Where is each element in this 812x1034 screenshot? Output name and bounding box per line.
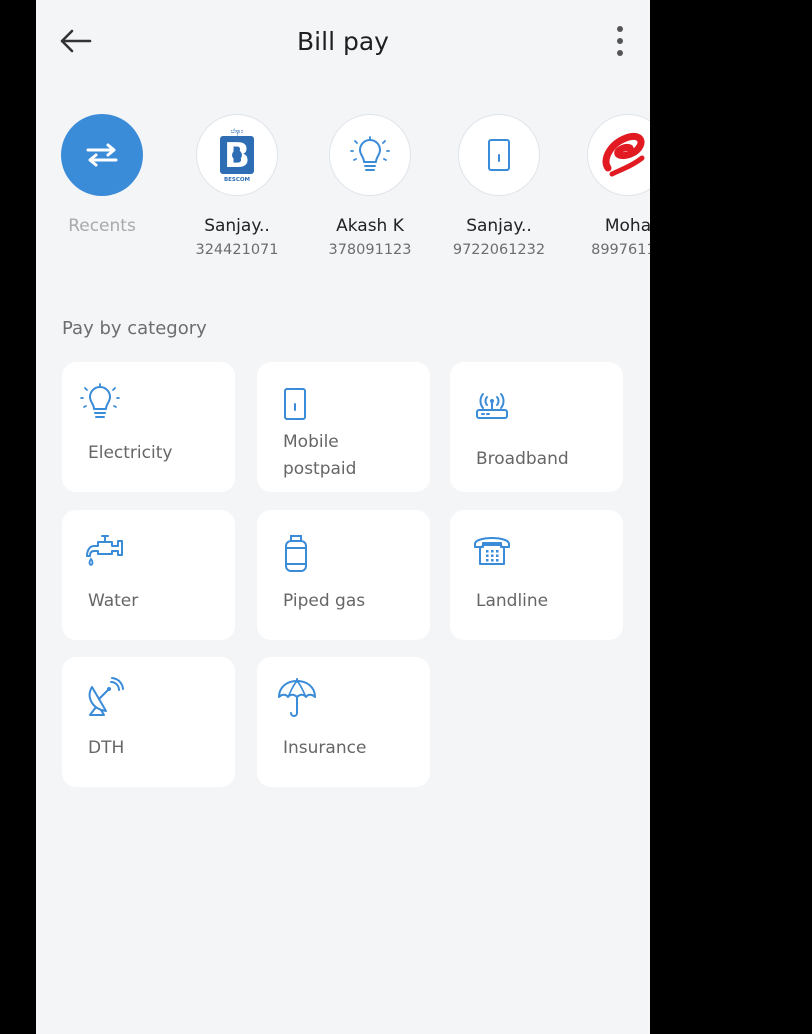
- category-piped-gas[interactable]: Piped gas: [257, 510, 430, 640]
- category-label: Insurance: [283, 738, 367, 758]
- category-mobile-postpaid[interactable]: Mobile postpaid: [257, 362, 430, 492]
- more-options-button[interactable]: [610, 22, 630, 60]
- umbrella-icon: [278, 678, 316, 717]
- bescom-kannada-text: ಬೆಸ್ಕಾಂ: [231, 128, 244, 135]
- category-label: Broadband: [476, 449, 569, 469]
- mobile-icon: [284, 388, 306, 420]
- category-electricity[interactable]: Electricity: [62, 362, 235, 492]
- category-label: Water: [88, 591, 139, 611]
- biller-avatar: ಬೆಸ್ಕಾಂ B BESCOM: [196, 114, 278, 196]
- recent-biller-number: 378091123: [328, 242, 412, 258]
- bescom-label-text: BESCOM: [224, 177, 250, 183]
- category-broadband[interactable]: Broadband: [450, 362, 623, 492]
- router-icon: [476, 393, 508, 419]
- recents-label: Recents: [68, 216, 136, 236]
- section-title: Pay by category: [62, 318, 207, 339]
- bescom-logo-icon: ಬೆಸ್ಕಾಂ B BESCOM: [220, 128, 254, 183]
- recent-biller-name: Moha: [604, 216, 650, 236]
- bulb-icon: [350, 136, 390, 171]
- swap-arrows-icon: [86, 143, 118, 167]
- category-landline[interactable]: Landline: [450, 510, 623, 640]
- recents-avatar: [61, 114, 143, 196]
- recent-biller-akash[interactable]: Akash K 378091123: [300, 114, 440, 258]
- recent-biller-number: 89976112: [591, 242, 650, 258]
- category-insurance[interactable]: Insurance: [257, 657, 430, 787]
- recent-biller-name: Sanjay..: [466, 216, 532, 236]
- gas-cylinder-icon: [285, 535, 307, 572]
- recent-biller-name: Akash K: [336, 216, 404, 236]
- recent-biller-sanjay-mobile[interactable]: Sanjay.. 9722061232: [429, 114, 569, 258]
- biller-avatar: [587, 114, 650, 196]
- bill-pay-screen: Bill pay Recents ಬೆಸ್ಕಾಂ B BESCOM: [36, 0, 650, 1034]
- category-label: Mobile postpaid: [283, 432, 357, 479]
- satellite-dish-icon: [88, 677, 124, 716]
- recents-button[interactable]: Recents: [36, 114, 172, 236]
- recent-biller-number: 324421071: [195, 242, 279, 258]
- telephone-icon: [474, 537, 510, 565]
- recent-biller-number: 9722061232: [452, 242, 546, 258]
- category-label: Landline: [476, 591, 549, 611]
- recent-biller-name: Sanjay..: [204, 216, 270, 236]
- bulb-icon: [80, 383, 120, 418]
- tap-icon: [86, 535, 123, 567]
- category-label: Electricity: [88, 443, 173, 463]
- category-label: Piped gas: [283, 591, 366, 611]
- category-dth[interactable]: DTH: [62, 657, 235, 787]
- biller-avatar: [329, 114, 411, 196]
- airtel-logo-icon: [602, 132, 645, 177]
- biller-avatar: [458, 114, 540, 196]
- recent-biller-moha[interactable]: Moha 89976112: [558, 114, 650, 258]
- mobile-icon: [488, 139, 510, 171]
- recent-biller-sanjay-bescom[interactable]: ಬೆಸ್ಕಾಂ B BESCOM Sanjay.. 324421071: [167, 114, 307, 258]
- category-water[interactable]: Water: [62, 510, 235, 640]
- page-title: Bill pay: [297, 27, 389, 56]
- category-label: DTH: [88, 738, 125, 758]
